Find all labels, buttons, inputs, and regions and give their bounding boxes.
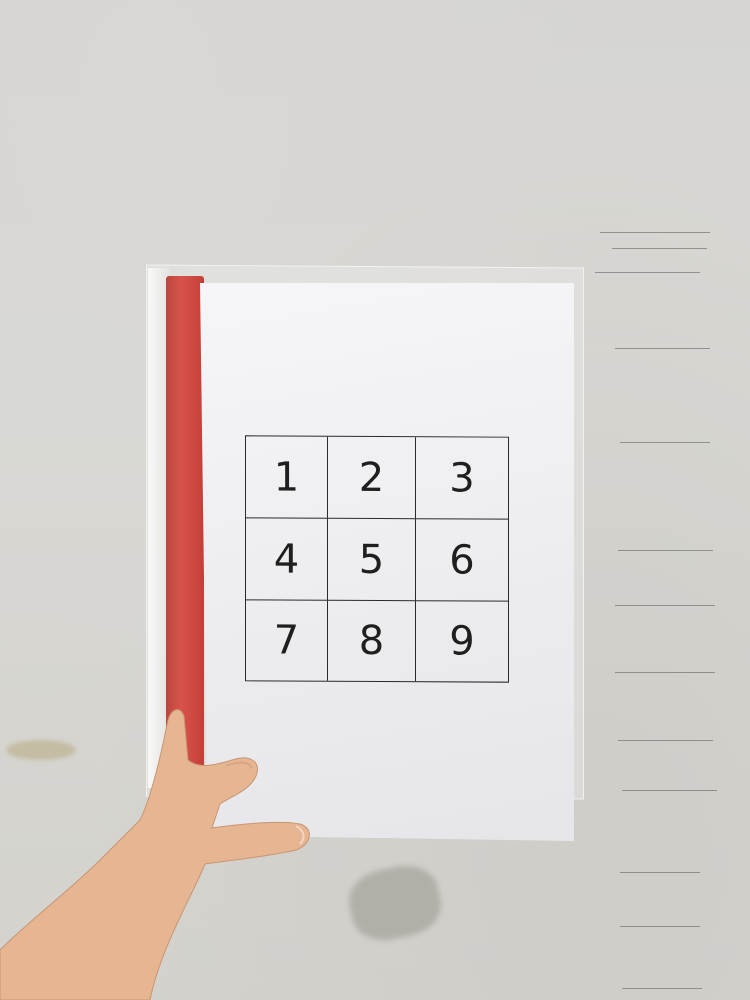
grid-cell: 5 xyxy=(328,518,416,602)
wall-pencil-mark xyxy=(615,348,710,349)
grid-cell: 9 xyxy=(449,618,475,665)
wall-pencil-mark xyxy=(620,442,710,443)
wall-pencil-mark xyxy=(622,988,702,989)
wall-pencil-mark xyxy=(612,248,707,249)
grid-cell: 4 xyxy=(246,518,328,601)
wall-pencil-mark xyxy=(618,740,713,741)
wall-pencil-mark xyxy=(620,872,700,873)
wall-pencil-mark xyxy=(620,926,700,927)
wall-pencil-mark xyxy=(615,672,715,673)
grid-cell: 6 xyxy=(416,519,508,602)
grid-cell: 7 xyxy=(246,600,328,681)
wall-pencil-mark xyxy=(600,232,710,233)
number-grid: 1 2 3 4 5 6 7 8 9 xyxy=(245,435,509,683)
photo-scene: 1 2 3 4 5 6 7 8 9 xyxy=(0,0,750,1000)
wall-pencil-mark xyxy=(595,272,700,273)
grid-cell: 1 xyxy=(246,436,328,519)
grid-cell: 2 xyxy=(328,436,416,520)
holding-hand xyxy=(0,709,310,1000)
wall-pencil-mark xyxy=(618,550,713,551)
grid-cell: 3 xyxy=(416,437,508,520)
wall-pencil-mark xyxy=(622,790,717,791)
wall-pencil-mark xyxy=(615,605,715,606)
grid-cell: 8 xyxy=(328,600,416,682)
